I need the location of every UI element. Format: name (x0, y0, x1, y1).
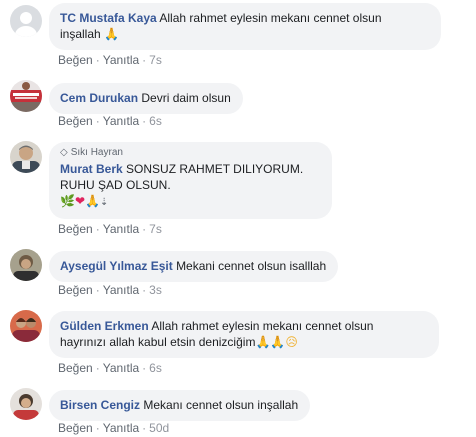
like-button[interactable]: Beğen (58, 283, 93, 297)
comment-actions: Beğen · Yanıtla · 7s (58, 222, 162, 236)
leaf-emoji-icon: 🌿 (60, 194, 75, 208)
comment-text: Mekanı cennet olsun inşallah (143, 398, 299, 412)
avatar[interactable] (10, 310, 42, 342)
profile-photo (10, 388, 42, 420)
sad-face-emoji-icon: 😥 (285, 335, 298, 349)
heart-emoji-icon: ❤ (74, 194, 86, 208)
reply-button[interactable]: Yanıtla (103, 222, 139, 236)
pray-emoji-icon: 🙏 (104, 27, 119, 41)
pray-emoji-icon: 🙏 (85, 194, 100, 208)
avatar[interactable] (10, 5, 42, 37)
reply-button[interactable]: Yanıtla (103, 114, 139, 128)
arrow-icon: ⇣ (99, 197, 109, 208)
comment-author[interactable]: Murat Berk (60, 162, 123, 176)
avatar[interactable] (10, 249, 42, 281)
comment-timestamp[interactable]: 50d (149, 421, 169, 435)
profile-photo (10, 249, 42, 281)
comment-bubble: Gülden Erkmen Allah rahmet eylesin mekan… (49, 311, 439, 358)
like-button[interactable]: Beğen (58, 361, 93, 375)
comment-text: SONSUZ RAHMET DILIYORUM. (126, 162, 304, 176)
comment-text: Allah rahmet eylesin mekanı cennet olsun (159, 11, 382, 25)
profile-photo (10, 310, 42, 342)
reply-button[interactable]: Yanıtla (103, 53, 139, 67)
like-button[interactable]: Beğen (58, 114, 93, 128)
comment-text: hayrınızı allah kabul etsin denizciğim (60, 335, 256, 349)
comment-text: Devri daim olsun (141, 91, 231, 105)
comment-actions: Beğen · Yanıtla · 6s (58, 114, 162, 128)
comment-timestamp[interactable]: 7s (149, 53, 162, 67)
comment-bubble: Birsen Cengiz Mekanı cennet olsun inşall… (49, 390, 311, 421)
comment-text: RUHU ŞAD OLSUN. (60, 178, 171, 192)
comment-author[interactable]: TC Mustafa Kaya (60, 11, 157, 25)
comment-text: Mekani cennet olsun isalllah (176, 259, 327, 273)
fan-badge: ◇ Sıkı Hayran (60, 147, 123, 158)
avatar[interactable] (10, 80, 42, 112)
comment-bubble: TC Mustafa Kaya Allah rahmet eylesin mek… (49, 3, 441, 50)
like-button[interactable]: Beğen (58, 53, 93, 67)
diamond-icon: ◇ (60, 147, 68, 158)
reply-button[interactable]: Yanıtla (103, 283, 139, 297)
profile-photo (10, 80, 42, 112)
profile-photo (10, 141, 42, 173)
comment-text: inşallah (60, 27, 101, 41)
comment-actions: Beğen · Yanıtla · 3s (58, 283, 162, 297)
comment-author[interactable]: Gülden Erkmen (60, 319, 149, 333)
comment-actions: Beğen · Yanıtla · 50d (58, 421, 170, 435)
comment-timestamp[interactable]: 6s (149, 114, 162, 128)
avatar[interactable] (10, 388, 42, 420)
comment-timestamp[interactable]: 3s (149, 283, 162, 297)
like-button[interactable]: Beğen (58, 222, 93, 236)
comment-timestamp[interactable]: 6s (149, 361, 162, 375)
comment-author[interactable]: Aysegül Yılmaz Eşit (60, 259, 173, 273)
comment-text: Allah rahmet eylesin mekanı cennet olsun (151, 319, 374, 333)
emoji-group: 🙏🙏😥 (255, 335, 297, 349)
avatar[interactable] (10, 141, 42, 173)
default-avatar-icon (10, 5, 42, 37)
comment-actions: Beğen · Yanıtla · 7s (58, 53, 162, 67)
pray-emoji-icon: 🙏 (255, 335, 271, 349)
emoji-line: 🌿❤🙏⇣ (60, 193, 320, 211)
comment-author[interactable]: Birsen Cengiz (60, 398, 140, 412)
comment-bubble: Aysegül Yılmaz Eşit Mekani cennet olsun … (49, 251, 339, 282)
comment-bubble: ◇ Sıkı Hayran Murat Berk SONSUZ RAHMET DI… (49, 142, 332, 219)
reply-button[interactable]: Yanıtla (103, 421, 139, 435)
reply-button[interactable]: Yanıtla (103, 361, 139, 375)
pray-emoji-icon: 🙏 (270, 335, 286, 349)
like-button[interactable]: Beğen (58, 421, 93, 435)
comment-author[interactable]: Cem Durukan (60, 91, 138, 105)
comment-timestamp[interactable]: 7s (149, 222, 162, 236)
comment-actions: Beğen · Yanıtla · 6s (58, 361, 162, 375)
comment-bubble: Cem Durukan Devri daim olsun (49, 83, 243, 114)
